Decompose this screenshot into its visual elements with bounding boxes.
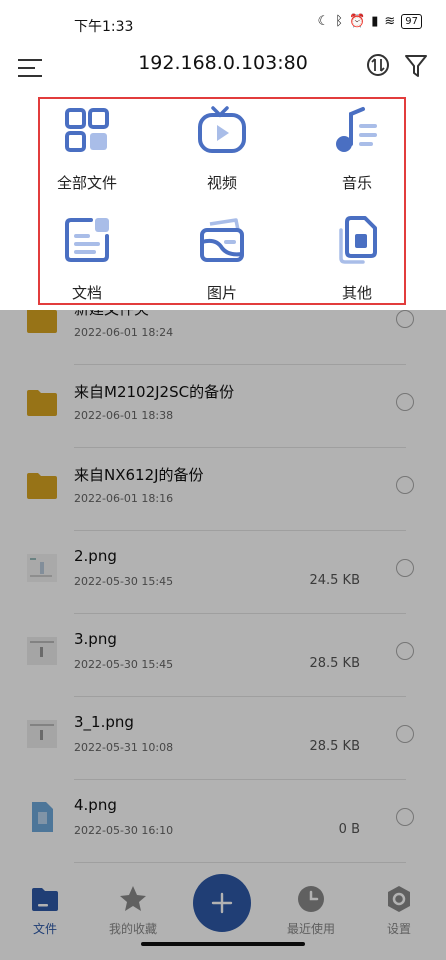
home-indicator — [141, 942, 305, 946]
file-date: 2022-05-30 15:45 — [74, 575, 174, 588]
music-icon — [336, 107, 377, 152]
nav-label: 设置 — [386, 922, 411, 936]
file-size: 28.5 KB — [309, 739, 360, 754]
image-thumbnail-icon — [27, 637, 57, 665]
signal-icon: ▮ — [371, 14, 379, 29]
folder-icon — [27, 473, 57, 499]
category-all-files[interactable]: 全部文件 — [27, 96, 147, 196]
file-name: 新建文件夹 — [74, 310, 149, 319]
file-name: 来自M2102J2SC的备份 — [74, 383, 235, 401]
status-bar: 下午1:33 ☾ ᛒ ⏰ ▮ ≋ 97 — [0, 0, 446, 46]
file-date: 2022-05-30 15:45 — [74, 658, 174, 671]
list-item[interactable]: 新建文件夹 2022-06-01 18:24 — [0, 310, 446, 365]
moon-icon: ☾ — [317, 14, 330, 29]
nav-settings[interactable]: 设置 — [364, 884, 434, 937]
other-files-icon — [339, 216, 377, 264]
app-bar: 192.168.0.103:80 — [0, 46, 446, 92]
file-size: 24.5 KB — [309, 573, 360, 588]
bluetooth-icon: ᛒ — [335, 14, 344, 29]
file-date: 2022-06-01 18:24 — [74, 326, 174, 339]
folder-icon — [27, 310, 57, 333]
plus-icon — [211, 892, 233, 914]
select-radio[interactable] — [396, 310, 414, 328]
category-label: 全部文件 — [56, 174, 117, 192]
category-video[interactable]: 视频 — [162, 96, 282, 196]
list-item[interactable]: 来自NX612J的备份 2022-06-01 18:16 — [0, 448, 446, 531]
image-icon — [200, 218, 244, 262]
battery-icon: 97 — [401, 14, 422, 29]
file-size: 0 B — [338, 822, 360, 837]
sort-icon[interactable] — [366, 51, 390, 79]
category-label: 文档 — [71, 284, 102, 302]
list-item[interactable]: 2.png 2022-05-30 15:45 24.5 KB — [0, 531, 446, 614]
category-label: 视频 — [206, 174, 237, 192]
category-documents[interactable]: 文档 — [27, 206, 147, 306]
list-item[interactable]: 3_1.png 2022-05-31 10:08 28.5 KB — [0, 697, 446, 780]
file-name: 3_1.png — [74, 713, 134, 731]
image-thumbnail-icon — [27, 554, 57, 582]
category-label: 其他 — [341, 284, 372, 302]
nav-label: 我的收藏 — [108, 922, 157, 936]
nav-favorites[interactable]: 我的收藏 — [98, 884, 168, 937]
image-thumbnail-icon — [27, 720, 57, 748]
file-name: 2.png — [74, 547, 117, 565]
list-item[interactable]: 来自M2102J2SC的备份 2022-06-01 18:38 — [0, 365, 446, 448]
file-list: 新建文件夹 2022-06-01 18:24 来自M2102J2SC的备份 20… — [0, 310, 446, 870]
file-date: 2022-06-01 18:16 — [74, 492, 174, 505]
select-radio[interactable] — [396, 393, 414, 411]
select-radio[interactable] — [396, 725, 414, 743]
folder-icon — [32, 888, 58, 911]
add-button[interactable] — [193, 874, 251, 932]
file-date: 2022-05-30 16:10 — [74, 824, 174, 837]
category-panel: 全部文件 视频 音乐 文档 图片 其他 — [0, 92, 446, 310]
wifi-icon: ≋ — [384, 14, 396, 29]
status-icons: ☾ ᛒ ⏰ ▮ ≋ 97 — [318, 14, 422, 29]
bottom-nav: 文件 我的收藏 最近使用 设置 — [0, 870, 446, 960]
file-date: 2022-05-31 10:08 — [74, 741, 174, 754]
settings-icon — [388, 886, 410, 912]
nav-files[interactable]: 文件 — [10, 884, 80, 937]
select-radio[interactable] — [396, 642, 414, 660]
file-size: 28.5 KB — [309, 656, 360, 671]
status-time: 下午1:33 — [74, 19, 134, 35]
star-icon — [120, 886, 146, 911]
select-radio[interactable] — [396, 808, 414, 826]
image-file-icon — [32, 802, 53, 832]
nav-label: 文件 — [32, 922, 57, 936]
category-music[interactable]: 音乐 — [297, 96, 417, 196]
alarm-icon: ⏰ — [349, 14, 366, 29]
category-label: 音乐 — [341, 174, 372, 192]
select-radio[interactable] — [396, 476, 414, 494]
document-icon — [65, 218, 109, 262]
file-name: 3.png — [74, 630, 117, 648]
divider — [74, 862, 406, 863]
nav-recent[interactable]: 最近使用 — [276, 884, 346, 937]
list-item[interactable]: 4.png 2022-05-30 16:10 0 B — [0, 780, 446, 863]
filter-icon[interactable] — [404, 51, 428, 79]
folder-icon — [27, 390, 57, 416]
grid-icon — [65, 108, 109, 152]
file-name: 4.png — [74, 796, 117, 814]
category-other[interactable]: 其他 — [297, 206, 417, 306]
clock-icon — [298, 886, 324, 912]
category-label: 图片 — [206, 284, 237, 302]
file-date: 2022-06-01 18:38 — [74, 409, 174, 422]
video-icon — [198, 106, 246, 153]
list-item[interactable]: 3.png 2022-05-30 15:45 28.5 KB — [0, 614, 446, 697]
file-name: 来自NX612J的备份 — [74, 466, 204, 484]
nav-label: 最近使用 — [286, 922, 335, 936]
select-radio[interactable] — [396, 559, 414, 577]
category-images[interactable]: 图片 — [162, 206, 282, 306]
